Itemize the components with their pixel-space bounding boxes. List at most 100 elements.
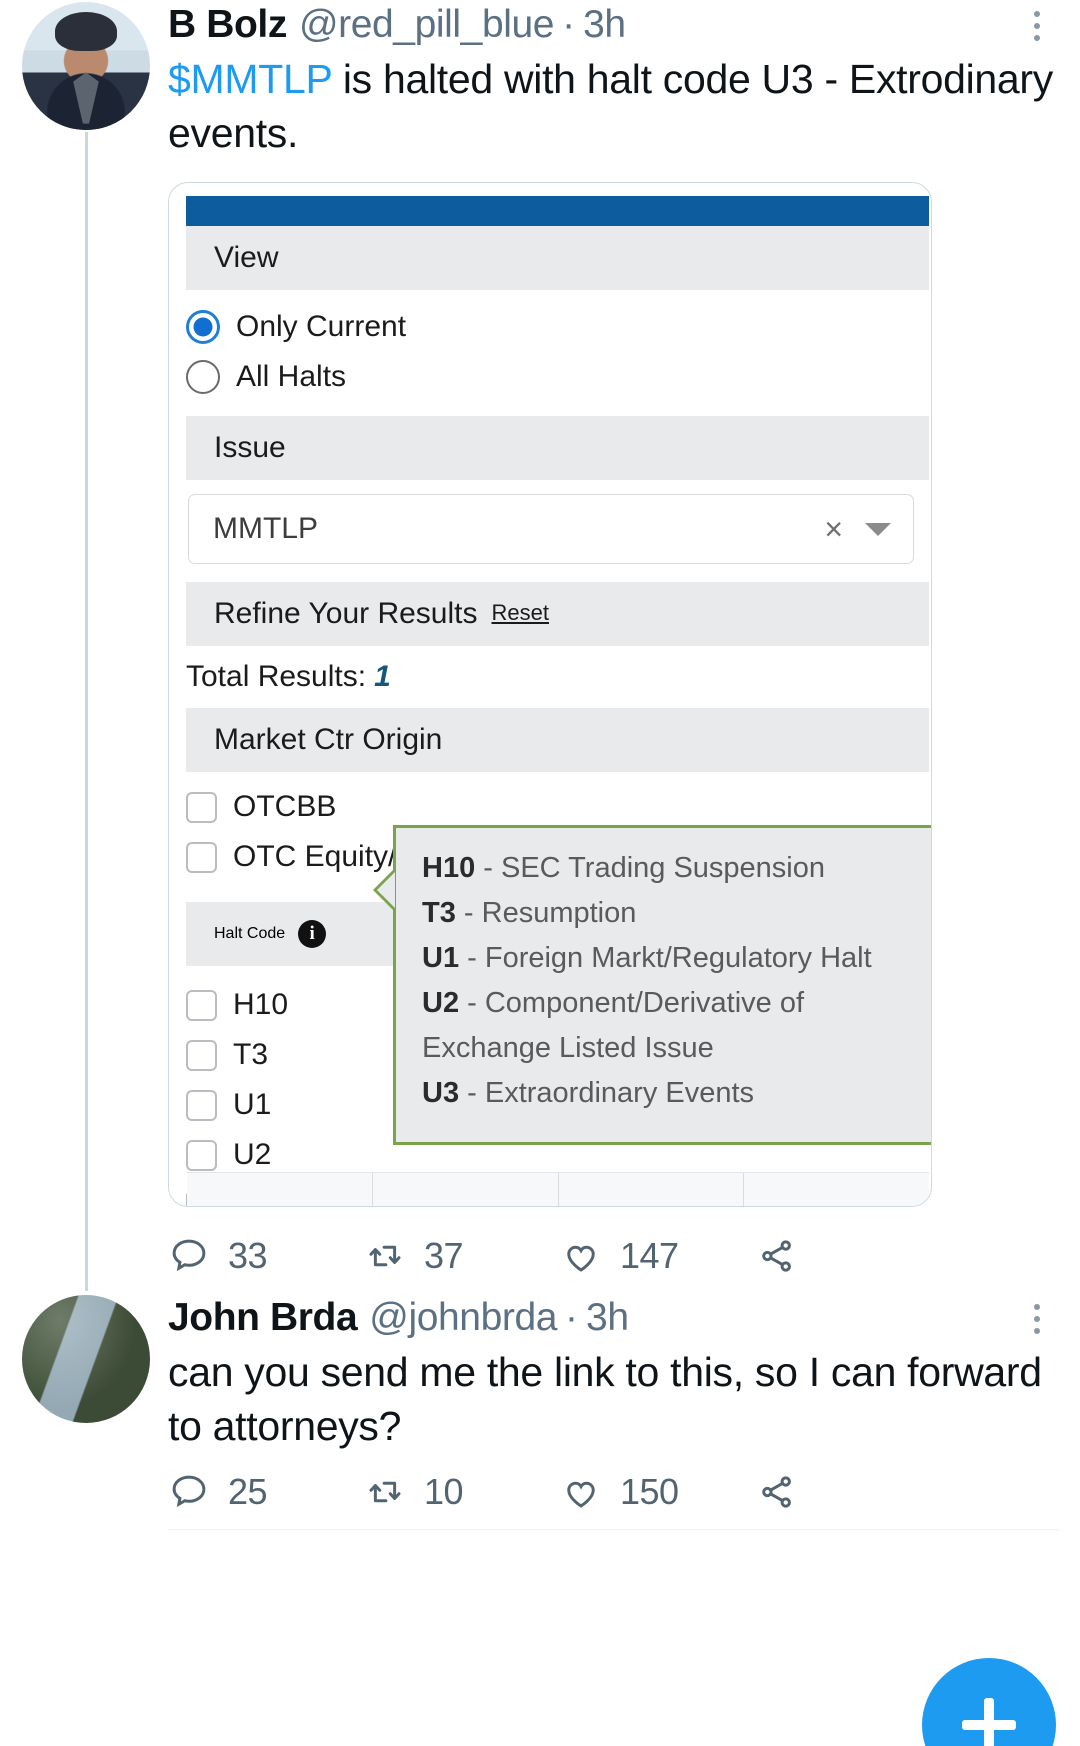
card-app-header-bar xyxy=(186,196,929,226)
share-button[interactable] xyxy=(756,1235,952,1277)
issue-select-input[interactable]: MMTLP × xyxy=(188,494,914,564)
reply-button[interactable]: 33 xyxy=(168,1235,364,1277)
display-name[interactable]: John Brda xyxy=(168,1293,358,1343)
tweet-header: B Bolz @red_pill_blue · 3h xyxy=(168,0,1060,50)
refine-results-header: Refine Your Results Reset xyxy=(186,582,929,646)
tooltip-dash: - xyxy=(459,942,485,974)
user-handle[interactable]: @red_pill_blue xyxy=(299,0,555,50)
tweet-body: B Bolz @red_pill_blue · 3h $MMTLP is hal… xyxy=(168,0,1066,1285)
issue-heading-label: Issue xyxy=(214,431,286,464)
compose-tweet-fab[interactable] xyxy=(922,1658,1056,1746)
market-ctr-origin-label: Market Ctr Origin xyxy=(214,723,443,756)
share-button[interactable] xyxy=(756,1471,952,1513)
radio-unselected-icon[interactable] xyxy=(186,360,220,394)
checkbox-label-u1: U1 xyxy=(233,1088,272,1121)
more-options-icon[interactable] xyxy=(1020,1299,1054,1339)
checkbox-icon[interactable] xyxy=(186,1039,217,1071)
avatar[interactable] xyxy=(22,2,150,130)
checkbox-label-h10: H10 xyxy=(233,988,289,1021)
tooltip-row-u1: U1 - Foreign Markt/Regulatory Halt xyxy=(422,936,928,981)
radio-option-only-current[interactable]: Only Current xyxy=(169,302,931,352)
heart-icon xyxy=(567,1245,595,1272)
tweet-actions: 25 10 150 xyxy=(168,1453,1060,1521)
tooltip-desc-u3: Extraordinary Events xyxy=(484,1077,755,1109)
checkbox-label-t3: T3 xyxy=(233,1038,269,1071)
separator-dot: · xyxy=(565,1296,579,1339)
like-count: 147 xyxy=(620,1235,679,1276)
heart-icon xyxy=(567,1481,595,1508)
tooltip-row-t3: T3 - Resumption xyxy=(422,891,928,936)
tweet-reply[interactable]: John Brda @johnbrda · 3h can you send me… xyxy=(0,1293,1080,1530)
checkbox-icon[interactable] xyxy=(186,989,217,1021)
chevron-down-icon[interactable] xyxy=(865,522,891,536)
tooltip-code-u3: U3 xyxy=(422,1077,460,1109)
checkbox-icon[interactable] xyxy=(186,1139,217,1171)
user-handle[interactable]: @johnbrda xyxy=(369,1293,557,1343)
like-button[interactable]: 147 xyxy=(560,1235,756,1277)
radio-selected-icon[interactable] xyxy=(186,310,220,344)
tooltip-row-h10: H10 - SEC Trading Suspension xyxy=(422,846,928,891)
plus-icon xyxy=(962,1698,1016,1746)
total-results: Total Results: 1 xyxy=(169,646,931,708)
tweet-text: can you send me the link to this, so I c… xyxy=(168,1349,1042,1449)
refine-heading-label: Refine Your Results xyxy=(214,597,478,630)
view-heading-label: View xyxy=(214,241,279,274)
radio-option-all-halts[interactable]: All Halts xyxy=(169,352,931,402)
divider xyxy=(168,1529,1060,1530)
reset-link[interactable]: Reset xyxy=(492,600,549,629)
checkbox-icon[interactable] xyxy=(186,791,217,823)
tooltip-code-u1: U1 xyxy=(422,942,460,974)
tooltip-code-u2: U2 xyxy=(422,987,460,1019)
like-button[interactable]: 150 xyxy=(560,1471,756,1513)
tweet-header: John Brda @johnbrda · 3h xyxy=(168,1293,1060,1343)
radio-label-only-current: Only Current xyxy=(236,310,407,343)
tweet-gutter xyxy=(22,1293,168,1530)
radio-label-all-halts: All Halts xyxy=(236,360,347,393)
retweet-button[interactable]: 37 xyxy=(364,1235,560,1277)
issue-selected-value: MMTLP xyxy=(213,512,318,545)
info-icon[interactable]: i xyxy=(298,920,327,948)
tooltip-row-u2: U2 - Component/Derivative of Exchange Li… xyxy=(422,981,928,1071)
reply-button[interactable]: 25 xyxy=(168,1471,364,1513)
retweet-icon xyxy=(369,1245,401,1267)
tooltip-arrow xyxy=(373,868,395,912)
timestamp[interactable]: 3h xyxy=(583,0,626,50)
more-options-icon[interactable] xyxy=(1020,6,1054,46)
display-name[interactable]: B Bolz xyxy=(168,0,287,50)
retweet-icon xyxy=(369,1481,401,1503)
tweet-text: $MMTLP is halted with halt code U3 - Ext… xyxy=(168,50,1060,160)
total-results-label: Total Results: xyxy=(186,660,367,693)
tooltip-dash: - xyxy=(459,987,485,1019)
tooltip-dash: - xyxy=(475,852,501,884)
tooltip-dash: - xyxy=(459,1077,485,1109)
halt-code-tooltip: H10 - SEC Trading Suspension T3 - Resump… xyxy=(373,825,931,1145)
cashtag-link[interactable]: $MMTLP xyxy=(168,56,332,102)
twitter-thread-screen: B Bolz @red_pill_blue · 3h $MMTLP is hal… xyxy=(0,0,1080,1746)
separator-dot: · xyxy=(562,3,576,46)
tweet-gutter xyxy=(22,0,168,1291)
retweet-count: 37 xyxy=(424,1235,464,1276)
clear-icon[interactable]: × xyxy=(824,513,843,545)
checkbox-label-otcbb: OTCBB xyxy=(233,790,337,823)
tweet-primary[interactable]: B Bolz @red_pill_blue · 3h $MMTLP is hal… xyxy=(0,0,1080,1291)
checkbox-icon[interactable] xyxy=(186,1089,217,1121)
reply-count: 33 xyxy=(228,1235,268,1276)
reply-count: 25 xyxy=(228,1471,268,1512)
market-ctr-origin-header: Market Ctr Origin xyxy=(186,708,929,772)
embedded-media-card[interactable]: View Only Current All Halts Issue MMTLP … xyxy=(168,182,932,1207)
like-count: 150 xyxy=(620,1471,679,1512)
avatar[interactable] xyxy=(22,1295,150,1423)
checkbox-label-u2: U2 xyxy=(233,1138,272,1171)
results-table-header-stub xyxy=(187,1172,929,1206)
retweet-button[interactable]: 10 xyxy=(364,1471,560,1513)
tooltip-code-t3: T3 xyxy=(422,897,456,929)
tooltip-desc-u1: Foreign Markt/Regulatory Halt xyxy=(484,942,872,974)
reply-icon xyxy=(172,1239,206,1272)
reply-icon xyxy=(172,1475,206,1508)
share-icon xyxy=(762,1476,791,1508)
halt-code-label: Halt Code xyxy=(214,925,286,942)
retweet-count: 10 xyxy=(424,1471,464,1512)
checkbox-icon[interactable] xyxy=(186,841,217,873)
tooltip-desc-h10: SEC Trading Suspension xyxy=(500,852,826,884)
timestamp[interactable]: 3h xyxy=(586,1293,629,1343)
